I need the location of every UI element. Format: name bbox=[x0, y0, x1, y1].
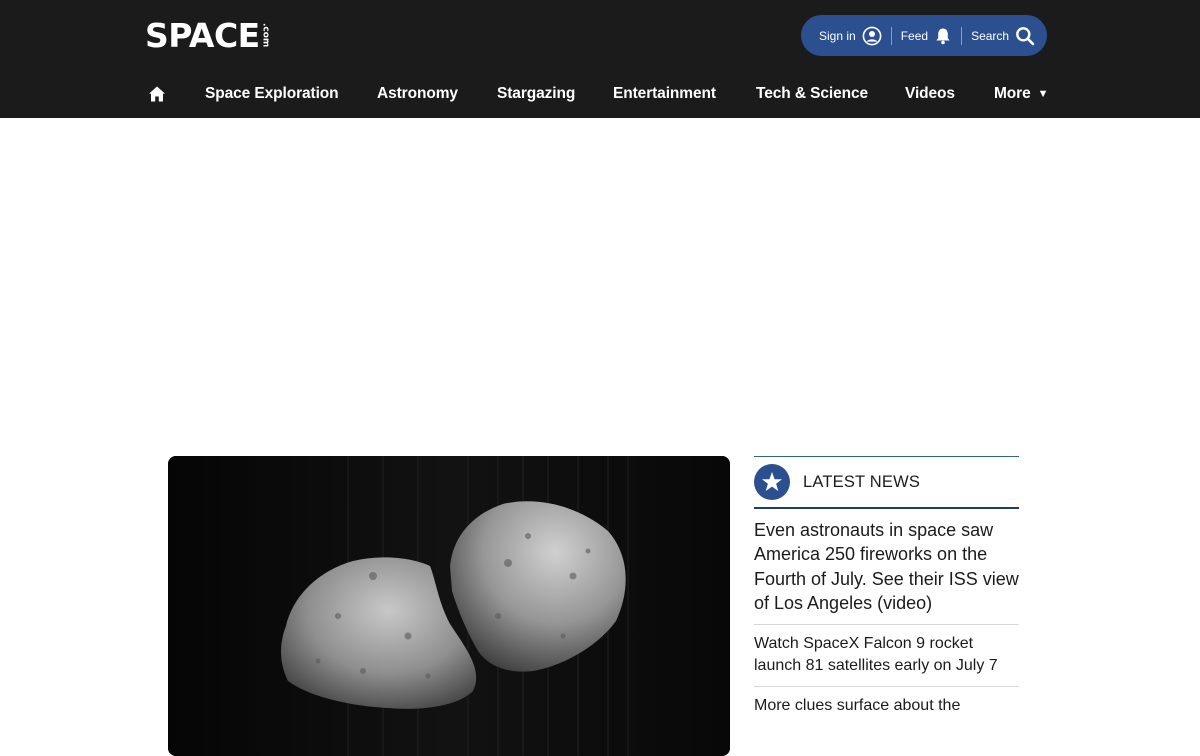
nav-item-astronomy[interactable]: Astronomy bbox=[377, 85, 458, 103]
nav-item-stargazing[interactable]: Stargazing bbox=[497, 85, 575, 103]
logo-suffix: .com bbox=[260, 23, 271, 48]
logo-wordmark: SPACE bbox=[145, 16, 260, 55]
user-icon bbox=[862, 26, 882, 46]
search-label: Search bbox=[971, 28, 1010, 43]
sign-in-label: Sign in bbox=[819, 28, 856, 43]
news-item[interactable]: Even astronauts in space saw America 250… bbox=[754, 509, 1019, 625]
latest-news-heading: LATEST NEWS bbox=[803, 472, 921, 491]
bell-icon bbox=[934, 27, 952, 45]
feed-button[interactable]: Feed bbox=[901, 27, 952, 45]
sign-in-button[interactable]: Sign in bbox=[819, 26, 882, 46]
site-header: SPACE .com Sign in Feed Search Space Exp… bbox=[0, 0, 1200, 118]
site-logo[interactable]: SPACE .com bbox=[145, 18, 271, 54]
asteroid-image bbox=[168, 456, 730, 756]
latest-news-header: LATEST NEWS bbox=[754, 457, 1019, 509]
toolbar-divider bbox=[961, 26, 963, 45]
news-item[interactable]: Watch SpaceX Falcon 9 rocket launch 81 s… bbox=[754, 625, 1019, 688]
nav-item-videos[interactable]: Videos bbox=[905, 85, 955, 103]
toolbar-divider bbox=[890, 26, 892, 45]
news-item[interactable]: More clues surface about the bbox=[754, 687, 1019, 717]
star-icon bbox=[754, 464, 790, 500]
nav-item-entertainment[interactable]: Entertainment bbox=[613, 85, 716, 103]
main-nav: Space Exploration Astronomy Stargazing E… bbox=[0, 78, 1200, 112]
nav-item-more[interactable]: More ▼ bbox=[994, 85, 1049, 103]
feed-label: Feed bbox=[900, 28, 929, 43]
hero-image[interactable] bbox=[168, 456, 730, 756]
search-icon bbox=[1015, 26, 1035, 46]
latest-news-panel: LATEST NEWS Even astronauts in space saw… bbox=[754, 456, 1019, 717]
account-toolbar: Sign in Feed Search bbox=[801, 15, 1047, 56]
caret-down-icon: ▼ bbox=[1037, 88, 1049, 100]
nav-item-tech-science[interactable]: Tech & Science bbox=[756, 85, 868, 103]
nav-item-space-exploration[interactable]: Space Exploration bbox=[205, 85, 339, 103]
search-button[interactable]: Search bbox=[971, 26, 1035, 46]
home-icon[interactable] bbox=[148, 85, 166, 103]
nav-more-label: More bbox=[994, 85, 1031, 102]
